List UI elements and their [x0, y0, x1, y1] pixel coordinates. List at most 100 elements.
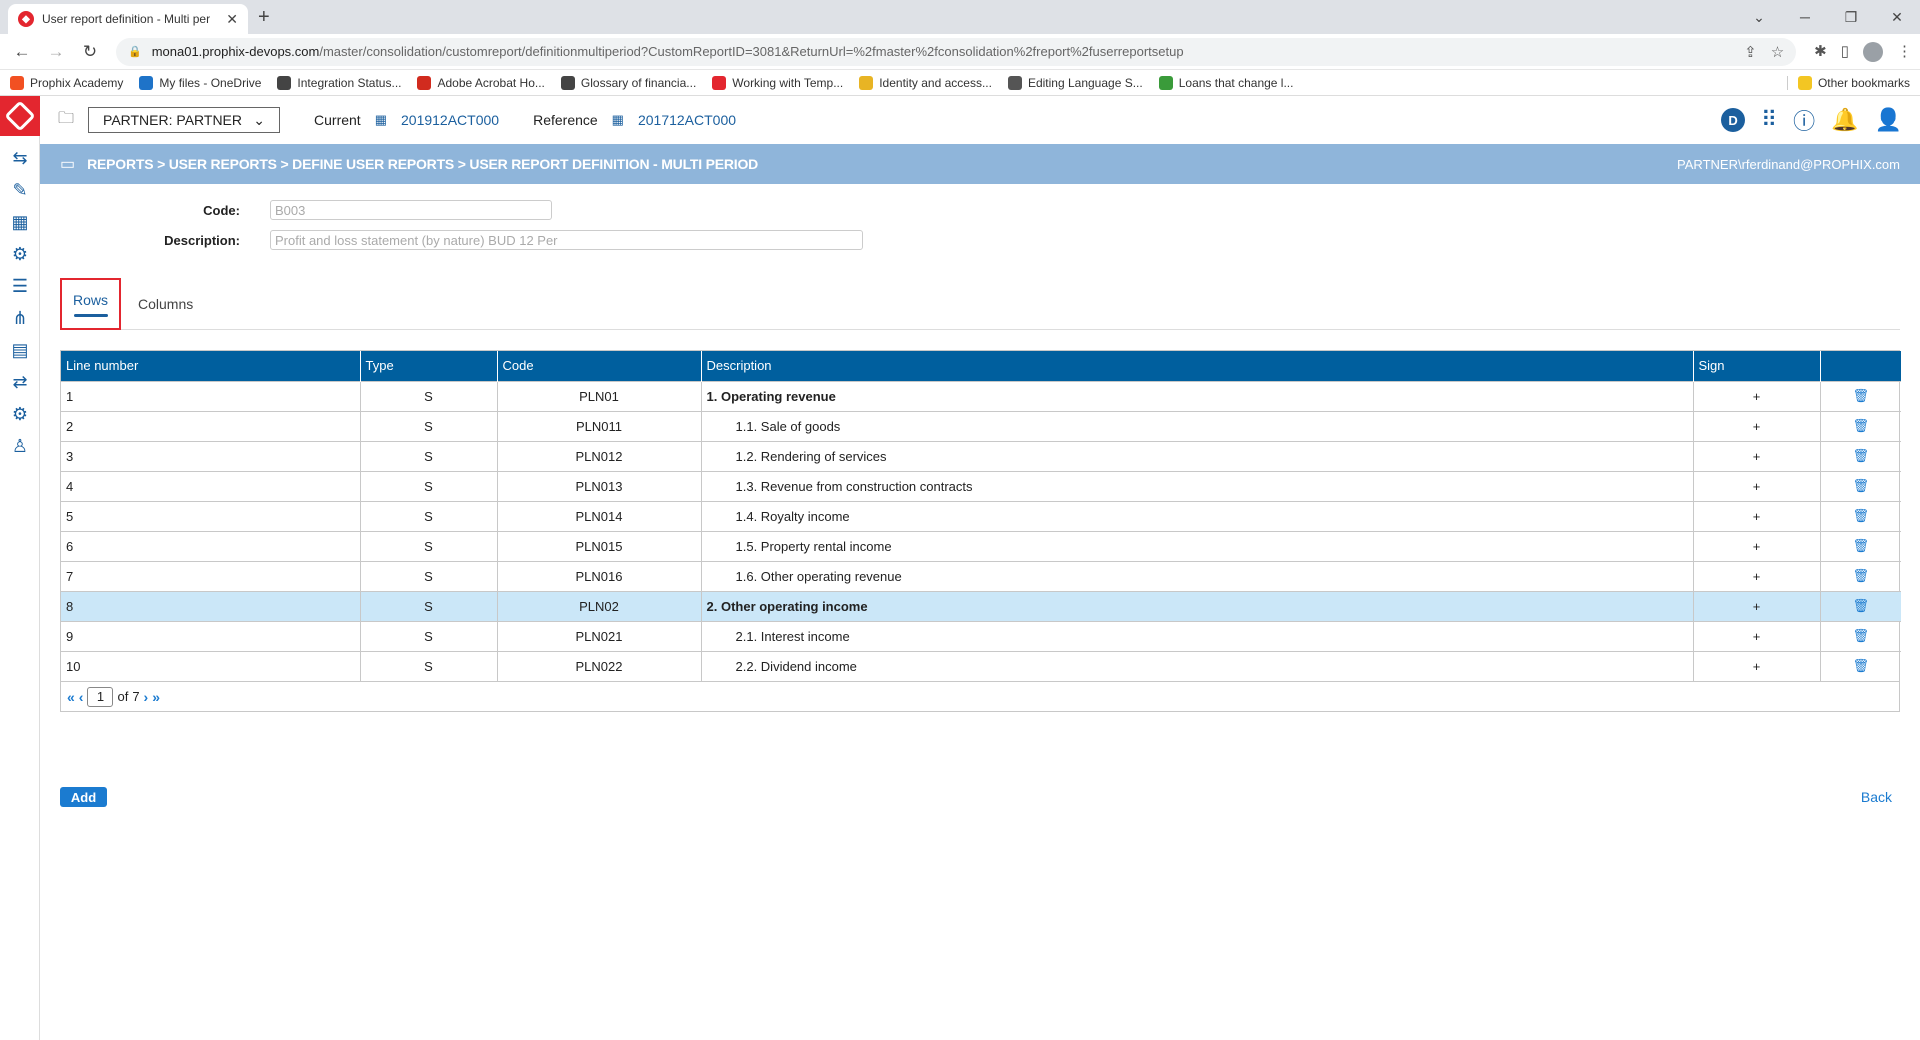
- trash-icon[interactable]: 🗑: [1852, 628, 1869, 644]
- bookmark-item[interactable]: Prophix Academy: [10, 75, 123, 90]
- table-row[interactable]: 4 S PLN013 1.3. Revenue from construction c…: [61, 470, 1901, 501]
- table-row[interactable]: 5 S PLN014 1.4. Royalty income + 🗑: [61, 500, 1901, 531]
- page-number-input[interactable]: 1: [87, 686, 114, 707]
- trash-icon[interactable]: 🗑: [1852, 448, 1869, 464]
- buildings-icon[interactable]: ▦: [0, 206, 40, 238]
- close-window-button[interactable]: ✕: [1874, 9, 1920, 26]
- forward-arrow-icon[interactable]: →: [42, 38, 70, 66]
- calculator-icon[interactable]: ☰: [0, 270, 40, 302]
- cell-line: 10: [61, 650, 361, 681]
- cell-delete: 🗑: [1820, 500, 1901, 531]
- column-header[interactable]: Code: [497, 351, 702, 381]
- entity-value: PARTNER: PARTNER: [103, 112, 243, 128]
- description-field[interactable]: Profit and loss statement (by nature) BU…: [270, 230, 863, 250]
- calendar-icon[interactable]: ▦: [612, 112, 624, 128]
- bookmark-item[interactable]: My files - OneDrive: [139, 75, 262, 90]
- user-admin-icon[interactable]: ♙: [0, 430, 40, 462]
- bookmark-item[interactable]: Identity and access...: [859, 75, 992, 90]
- calendar-icon[interactable]: ▦: [375, 112, 387, 128]
- tab-search-icon[interactable]: ⌄: [1736, 9, 1782, 26]
- bookmark-item[interactable]: Editing Language S...: [1007, 75, 1143, 90]
- bookmark-item[interactable]: Loans that change l...: [1158, 75, 1293, 90]
- table-row[interactable]: 1 S PLN01 1. Operating revenue + 🗑: [61, 380, 1901, 411]
- table-row[interactable]: 10 S PLN022 2.2. Dividend income + 🗑: [61, 650, 1901, 681]
- last-page-icon[interactable]: »: [152, 689, 160, 705]
- lock-icon[interactable]: 🔒: [128, 45, 142, 58]
- bookmark-label: My files - OneDrive: [159, 75, 262, 90]
- column-header[interactable]: Sign: [1693, 351, 1821, 381]
- url-text[interactable]: mona01.prophix-devops.com/master/consoli…: [152, 44, 1734, 59]
- column-header[interactable]: [1820, 351, 1901, 381]
- edit-form-icon[interactable]: ✎: [0, 174, 40, 206]
- entity-dropdown[interactable]: PARTNER: PARTNER ⌄: [88, 107, 281, 133]
- extensions-puzzle-icon[interactable]: ✱: [1814, 42, 1827, 62]
- table-row[interactable]: 3 S PLN012 1.2. Rendering of services + 🗑: [61, 440, 1901, 471]
- trash-icon[interactable]: 🗑: [1852, 568, 1869, 584]
- journal-icon[interactable]: ▤: [0, 334, 40, 366]
- browser-menu-icon[interactable]: ⋮: [1897, 42, 1912, 62]
- table-row[interactable]: 2 S PLN011 1.1. Sale of goods + 🗑: [61, 410, 1901, 441]
- notification-bell-icon[interactable]: 🔔: [1831, 107, 1858, 133]
- new-tab-button[interactable]: +: [258, 6, 270, 29]
- table-row[interactable]: 8 S PLN02 2. Other operating income + 🗑: [61, 590, 1901, 621]
- help-icon[interactable]: ⓘ: [1793, 104, 1815, 136]
- trash-icon[interactable]: 🗑: [1852, 478, 1869, 494]
- bookmark-item[interactable]: Working with Temp...: [712, 75, 843, 90]
- cell-delete: 🗑: [1820, 560, 1901, 591]
- hierarchy-icon[interactable]: ⋔: [0, 302, 40, 334]
- column-header[interactable]: Line number: [61, 351, 361, 381]
- restore-button[interactable]: ❐: [1828, 9, 1874, 26]
- side-panel-icon[interactable]: ▯: [1841, 42, 1849, 62]
- globe-settings-icon[interactable]: ⚙: [0, 238, 40, 270]
- reference-period-link[interactable]: 201712ACT000: [638, 112, 736, 128]
- url-host: mona01.prophix-devops.com: [151, 44, 320, 59]
- add-button[interactable]: Add: [60, 787, 107, 807]
- minimize-button[interactable]: ─: [1782, 9, 1828, 25]
- settings-gear-icon[interactable]: ⚙: [0, 398, 40, 430]
- prophix-logo[interactable]: [0, 96, 40, 136]
- next-page-icon[interactable]: ›: [144, 689, 149, 705]
- trash-icon[interactable]: 🗑: [1852, 658, 1869, 674]
- d-badge-icon[interactable]: D: [1721, 108, 1746, 132]
- transfer-arrows-icon[interactable]: ⇄: [0, 366, 40, 398]
- bookmark-item[interactable]: Adobe Acrobat Ho...: [417, 75, 545, 90]
- open-folder-icon[interactable]: 🗀: [58, 107, 74, 134]
- trash-icon[interactable]: 🗑: [1852, 388, 1869, 404]
- other-bookmarks[interactable]: Other bookmarks: [1786, 75, 1910, 90]
- bookmark-star-icon[interactable]: ☆: [1771, 43, 1784, 61]
- first-page-icon[interactable]: «: [67, 689, 75, 705]
- column-header[interactable]: Description: [701, 351, 1694, 381]
- trash-icon[interactable]: 🗑: [1852, 418, 1869, 434]
- browser-tab[interactable]: ◆ User report definition - Multi per ✕: [8, 4, 248, 34]
- workflow-icon[interactable]: ⇆: [0, 142, 40, 174]
- app-grid-icon[interactable]: ⠿: [1761, 107, 1777, 133]
- table-row[interactable]: 9 S PLN021 2.1. Interest income + 🗑: [61, 620, 1901, 651]
- trash-icon[interactable]: 🗑: [1852, 598, 1869, 614]
- back-arrow-icon[interactable]: ←: [8, 38, 36, 66]
- address-bar[interactable]: 🔒 mona01.prophix-devops.com/master/conso…: [116, 37, 1797, 66]
- cell-desc: 2. Other operating income: [701, 590, 1694, 621]
- cell-code: PLN021: [497, 620, 702, 651]
- bookmark-item[interactable]: Integration Status...: [277, 75, 401, 90]
- close-tab-icon[interactable]: ✕: [226, 11, 238, 28]
- trash-icon[interactable]: 🗑: [1852, 538, 1869, 554]
- cell-code: PLN014: [497, 500, 702, 531]
- app-top-bar: 🗀 PARTNER: PARTNER ⌄ Current ▦ 201912ACT…: [40, 96, 1920, 144]
- table-row[interactable]: 7 S PLN016 1.6. Other operating revenue + 🗑: [61, 560, 1901, 591]
- code-field[interactable]: B003: [270, 200, 552, 220]
- table-row[interactable]: 6 S PLN015 1.5. Property rental income + 🗑: [61, 530, 1901, 561]
- profile-avatar[interactable]: [1863, 41, 1883, 62]
- user-profile-icon[interactable]: 👤: [1875, 107, 1902, 133]
- back-link[interactable]: Back: [1861, 789, 1892, 805]
- trash-icon[interactable]: 🗑: [1852, 508, 1869, 524]
- description-label: Description:: [164, 232, 240, 248]
- tab-rows[interactable]: Rows: [60, 278, 121, 330]
- reload-icon[interactable]: ↻: [76, 38, 104, 66]
- bookmark-item[interactable]: Glossary of financia...: [560, 75, 696, 90]
- prev-page-icon[interactable]: ‹: [79, 689, 84, 705]
- tab-columns[interactable]: Columns: [138, 296, 193, 312]
- share-icon[interactable]: ⇪: [1744, 43, 1757, 61]
- column-header[interactable]: Type: [360, 351, 498, 381]
- bookmark-label: Adobe Acrobat Ho...: [437, 75, 545, 90]
- current-period-link[interactable]: 201912ACT000: [401, 112, 499, 128]
